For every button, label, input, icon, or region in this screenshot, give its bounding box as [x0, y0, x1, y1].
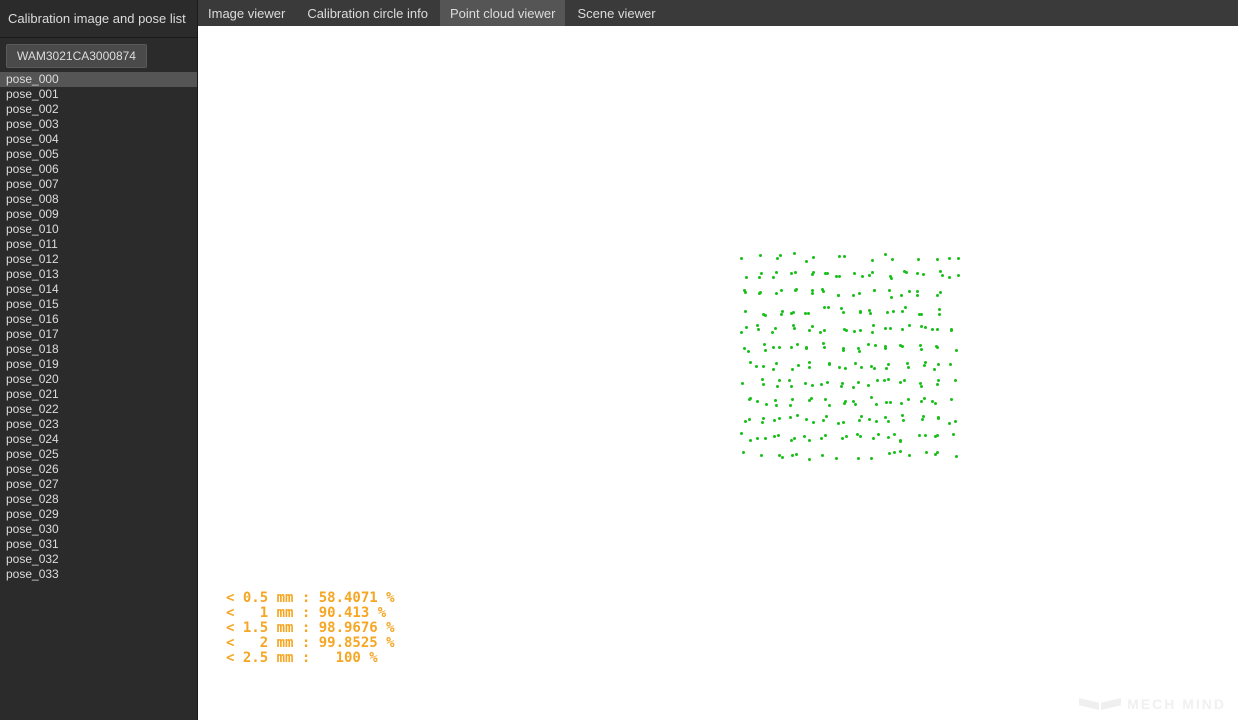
pose-item[interactable]: pose_014: [0, 282, 197, 297]
pose-item[interactable]: pose_011: [0, 237, 197, 252]
stat-line: < 2 mm : 99.8525 %: [226, 636, 395, 651]
pose-item[interactable]: pose_005: [0, 147, 197, 162]
pose-item[interactable]: pose_033: [0, 567, 197, 582]
pose-item[interactable]: pose_002: [0, 102, 197, 117]
pose-item[interactable]: pose_000: [0, 72, 197, 87]
pose-item[interactable]: pose_032: [0, 552, 197, 567]
device-tab[interactable]: WAM3021CA3000874: [6, 44, 147, 68]
pose-item[interactable]: pose_012: [0, 252, 197, 267]
left-panel: Calibration image and pose list WAM3021C…: [0, 0, 198, 720]
watermark-logo: MECH MIND: [1079, 696, 1226, 712]
pose-item[interactable]: pose_026: [0, 462, 197, 477]
pose-item[interactable]: pose_029: [0, 507, 197, 522]
tab-point-cloud-viewer[interactable]: Point cloud viewer: [440, 0, 566, 26]
pose-item[interactable]: pose_006: [0, 162, 197, 177]
pose-item[interactable]: pose_030: [0, 522, 197, 537]
pose-item[interactable]: pose_020: [0, 372, 197, 387]
pose-item[interactable]: pose_022: [0, 402, 197, 417]
stat-line: < 0.5 mm : 58.4071 %: [226, 591, 395, 606]
main-area: Image viewerCalibration circle infoPoint…: [198, 0, 1238, 720]
stat-line: < 1.5 mm : 98.9676 %: [226, 621, 395, 636]
logo-icon: [1079, 698, 1121, 710]
pose-item[interactable]: pose_015: [0, 297, 197, 312]
pose-item[interactable]: pose_023: [0, 417, 197, 432]
tab-calibration-circle-info[interactable]: Calibration circle info: [297, 0, 438, 26]
stat-line: < 2.5 mm : 100 %: [226, 651, 395, 666]
logo-text: MECH MIND: [1127, 696, 1226, 712]
pose-item[interactable]: pose_017: [0, 327, 197, 342]
pose-item[interactable]: pose_019: [0, 357, 197, 372]
pose-item[interactable]: pose_009: [0, 207, 197, 222]
pose-item[interactable]: pose_031: [0, 537, 197, 552]
pose-item[interactable]: pose_016: [0, 312, 197, 327]
stat-line: < 1 mm : 90.413 %: [226, 606, 395, 621]
pose-item[interactable]: pose_008: [0, 192, 197, 207]
tab-image-viewer[interactable]: Image viewer: [198, 0, 295, 26]
pose-item[interactable]: pose_001: [0, 87, 197, 102]
pose-item[interactable]: pose_025: [0, 447, 197, 462]
app-root: Calibration image and pose list WAM3021C…: [0, 0, 1238, 720]
pose-item[interactable]: pose_004: [0, 132, 197, 147]
left-panel-title: Calibration image and pose list: [0, 0, 197, 38]
pose-item[interactable]: pose_010: [0, 222, 197, 237]
pose-item[interactable]: pose_028: [0, 492, 197, 507]
pose-item[interactable]: pose_021: [0, 387, 197, 402]
tab-bar: Image viewerCalibration circle infoPoint…: [198, 0, 1238, 26]
pose-item[interactable]: pose_027: [0, 477, 197, 492]
pose-list[interactable]: pose_000pose_001pose_002pose_003pose_004…: [0, 72, 197, 720]
pose-item[interactable]: pose_018: [0, 342, 197, 357]
pose-item[interactable]: pose_003: [0, 117, 197, 132]
point-cloud-viewer[interactable]: < 0.5 mm : 58.4071 %< 1 mm : 90.413 %< 1…: [198, 26, 1238, 720]
device-tab-row: WAM3021CA3000874: [0, 38, 197, 68]
accuracy-stats: < 0.5 mm : 58.4071 %< 1 mm : 90.413 %< 1…: [226, 591, 395, 666]
pose-item[interactable]: pose_013: [0, 267, 197, 282]
pose-item[interactable]: pose_024: [0, 432, 197, 447]
pose-item[interactable]: pose_007: [0, 177, 197, 192]
tab-scene-viewer[interactable]: Scene viewer: [567, 0, 665, 26]
